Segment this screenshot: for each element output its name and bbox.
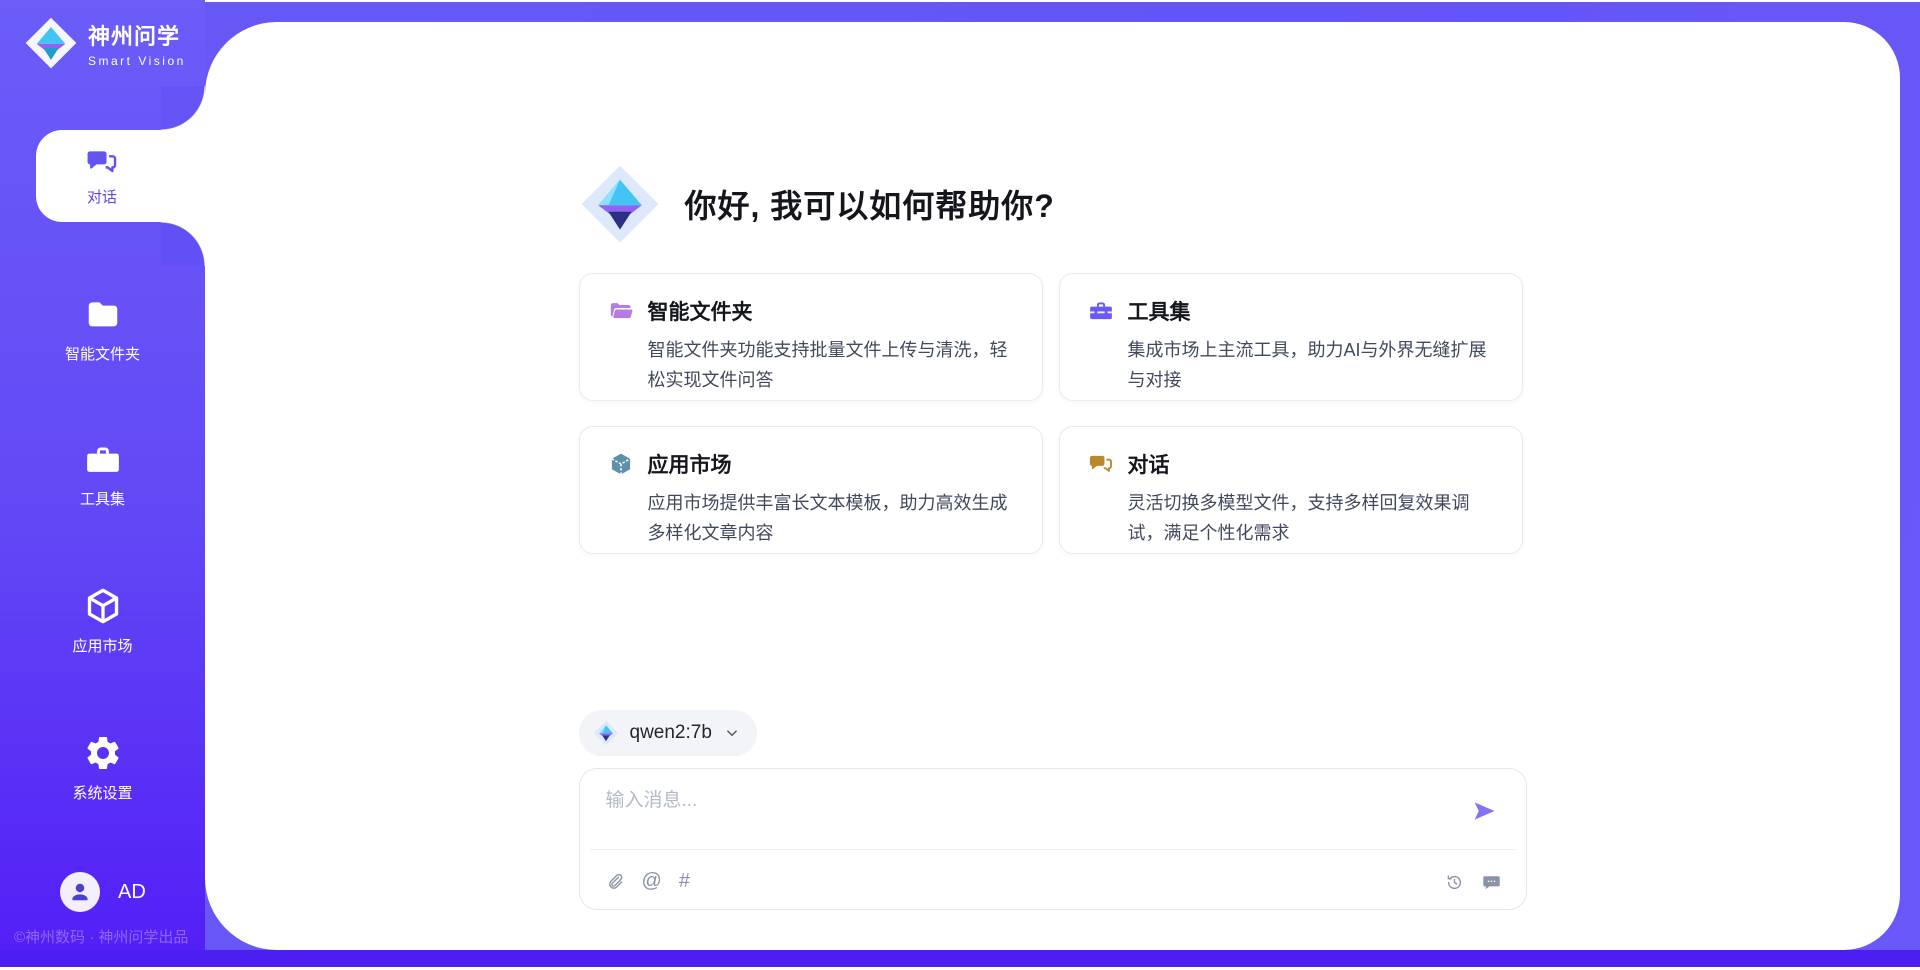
message-input[interactable] <box>606 785 1466 841</box>
send-icon <box>1470 797 1498 825</box>
tab-fillet-bottom <box>161 222 205 266</box>
sidebar-item-chat[interactable]: 对话 <box>36 130 206 222</box>
quick-phrases-button[interactable] <box>1481 872 1502 893</box>
quick-chat-icon <box>1481 872 1502 893</box>
model-selector-row: qwen2:7b <box>579 710 1527 756</box>
gear-icon <box>83 733 123 773</box>
history-clock-icon <box>1444 872 1465 893</box>
composer-tools-left: @ # <box>604 870 690 893</box>
card-smart-folder[interactable]: 智能文件夹 智能文件夹功能支持批量文件上传与清洗，轻松实现文件问答 <box>579 273 1043 401</box>
sidebar-item-smart-folder[interactable]: 智能文件夹 <box>0 296 205 364</box>
greeting-title: 你好, 我可以如何帮助你? <box>685 181 1055 227</box>
hashtag-button[interactable]: # <box>679 870 690 893</box>
chevron-down-icon <box>723 724 741 742</box>
user-account[interactable]: AD <box>60 872 146 912</box>
sidebar-item-app-market[interactable]: 应用市场 <box>0 586 205 656</box>
card-description: 智能文件夹功能支持批量文件上传与清洗，轻松实现文件问答 <box>648 335 1018 395</box>
card-description: 集成市场上主流工具，助力AI与外界无缝扩展与对接 <box>1128 335 1498 395</box>
folder-icon <box>84 296 122 334</box>
model-selector[interactable]: qwen2:7b <box>579 710 757 756</box>
at-sign-icon: @ <box>642 870 662 893</box>
folder-open-icon <box>608 298 634 324</box>
sidebar-item-label: 对话 <box>87 186 117 207</box>
brand-subtitle: Smart Vision <box>88 54 186 68</box>
sidebar: 神州问学 Smart Vision 对话 智能文件夹 工具集 应用市场 系统设置… <box>0 0 205 950</box>
chat-icon <box>1088 451 1114 477</box>
cube-icon <box>83 586 123 626</box>
bottom-accent-bar <box>0 950 1920 967</box>
toolbox-icon <box>84 441 122 479</box>
hero-gem-logo-icon <box>579 163 661 245</box>
attachment-button[interactable] <box>604 871 625 892</box>
gem-logo-icon <box>593 720 619 746</box>
mention-button[interactable]: @ <box>642 870 662 893</box>
sidebar-item-settings[interactable]: 系统设置 <box>0 733 205 803</box>
sidebar-item-label: 智能文件夹 <box>65 343 140 364</box>
hash-icon: # <box>679 870 690 893</box>
user-name: AD <box>118 881 146 904</box>
message-composer: @ # <box>579 768 1527 910</box>
main-panel: 你好, 我可以如何帮助你? 智能文件夹 智能文件夹功能支持批量文件上传与清洗，轻… <box>205 22 1900 950</box>
card-title: 工具集 <box>1128 296 1191 326</box>
card-description: 应用市场提供丰富长文本模板，助力高效生成多样化文章内容 <box>648 488 1018 548</box>
copyright-footer: ©神州数码 · 神州问学出品 <box>14 926 188 947</box>
sidebar-item-label: 工具集 <box>80 488 125 509</box>
brand-gem-logo-icon <box>24 16 78 70</box>
send-button[interactable] <box>1470 797 1498 825</box>
sidebar-item-toolset[interactable]: 工具集 <box>0 441 205 509</box>
brand-name: 神州问学 <box>88 19 186 51</box>
card-title: 智能文件夹 <box>648 296 753 326</box>
composer-tools-right <box>1444 872 1502 893</box>
sidebar-item-label: 应用市场 <box>72 635 132 656</box>
sidebar-item-label: 系统设置 <box>72 782 132 803</box>
paperclip-icon <box>604 871 625 892</box>
chat-icon <box>85 145 119 179</box>
avatar <box>60 872 100 912</box>
toolbox-icon <box>1088 298 1114 324</box>
card-title: 应用市场 <box>648 449 732 479</box>
card-title: 对话 <box>1128 449 1170 479</box>
card-chat[interactable]: 对话 灵活切换多模型文件，支持多样回复效果调试，满足个性化需求 <box>1059 426 1523 554</box>
tab-fillet-top <box>161 86 205 130</box>
model-name: qwen2:7b <box>630 722 712 744</box>
feature-cards: 智能文件夹 智能文件夹功能支持批量文件上传与清洗，轻松实现文件问答 工具集 集成… <box>579 273 1527 554</box>
greeting-block: 你好, 我可以如何帮助你? <box>579 163 1527 245</box>
person-icon <box>67 879 93 905</box>
history-button[interactable] <box>1444 872 1465 893</box>
app-cube-icon <box>608 451 634 477</box>
card-app-market[interactable]: 应用市场 应用市场提供丰富长文本模板，助力高效生成多样化文章内容 <box>579 426 1043 554</box>
card-toolset[interactable]: 工具集 集成市场上主流工具，助力AI与外界无缝扩展与对接 <box>1059 273 1523 401</box>
brand: 神州问学 Smart Vision <box>24 16 186 70</box>
card-description: 灵活切换多模型文件，支持多样回复效果调试，满足个性化需求 <box>1128 488 1498 548</box>
composer-divider <box>590 849 1516 850</box>
